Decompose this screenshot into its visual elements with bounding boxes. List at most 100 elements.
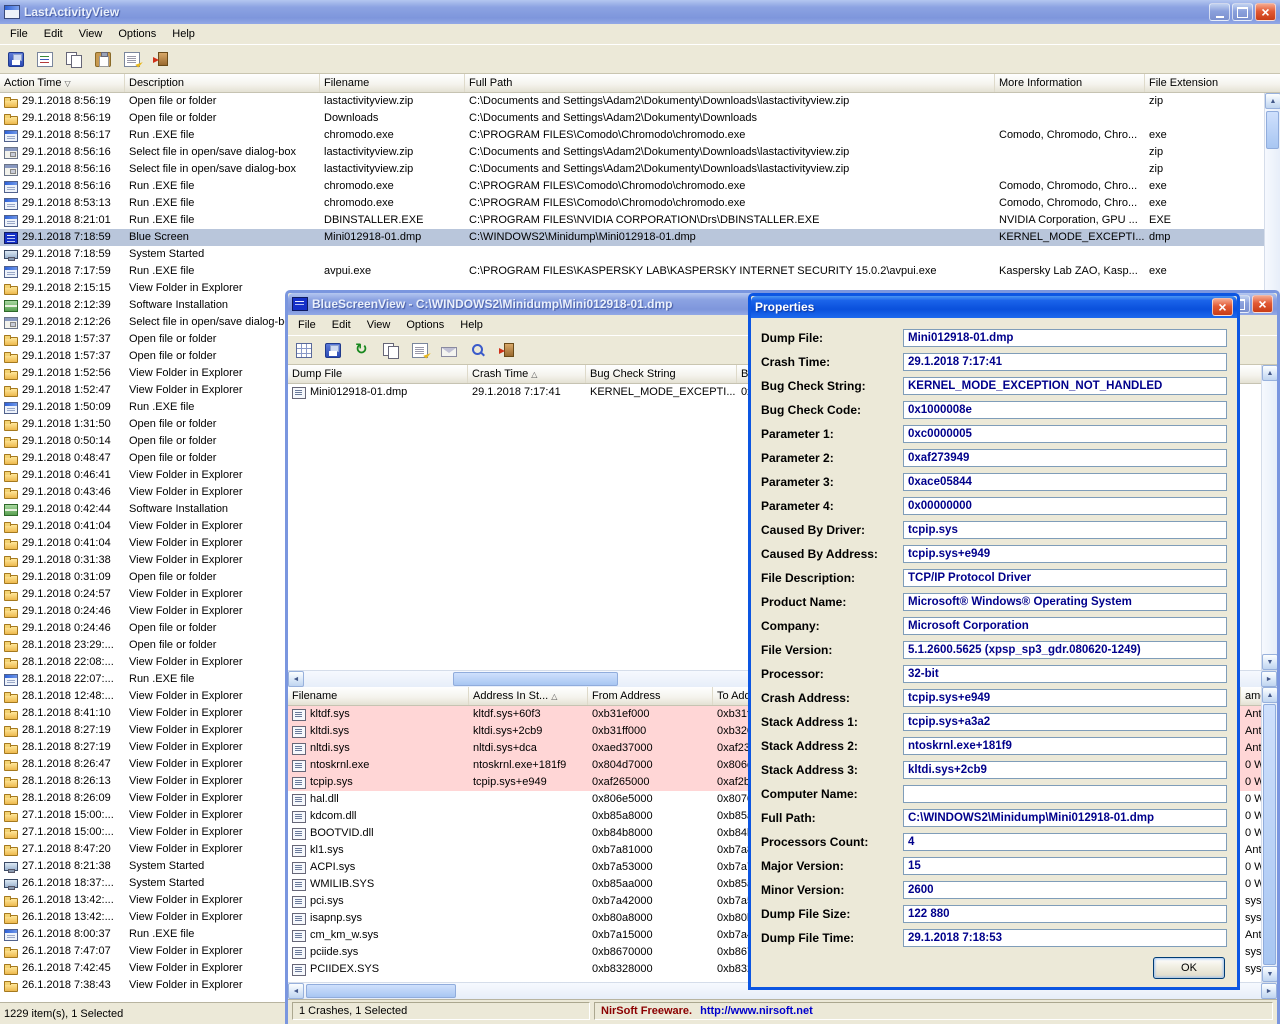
field-value-processor[interactable]: 32-bit bbox=[903, 665, 1227, 683]
scroll-thumb[interactable] bbox=[1263, 704, 1276, 965]
column-header-file-extension[interactable]: File Extension bbox=[1145, 74, 1280, 92]
find-button[interactable] bbox=[467, 339, 489, 361]
exit-button[interactable] bbox=[496, 339, 518, 361]
menu-help[interactable]: Help bbox=[452, 317, 491, 333]
titlebar[interactable]: LastActivityView bbox=[0, 0, 1280, 24]
field-value-full-path[interactable]: C:\WINDOWS2\Minidump\Mini012918-01.dmp bbox=[903, 809, 1227, 827]
activity-row[interactable]: 29.1.2018 8:56:16Select file in open/sav… bbox=[0, 144, 1264, 161]
scroll-down-icon[interactable]: ▼ bbox=[1262, 966, 1277, 982]
scroll-thumb[interactable] bbox=[306, 984, 456, 998]
field-value-crash-time[interactable]: 29.1.2018 7:17:41 bbox=[903, 353, 1227, 371]
menu-options[interactable]: Options bbox=[398, 317, 452, 333]
column-header-action-time[interactable]: Action Time▽ bbox=[0, 74, 125, 92]
activity-row[interactable]: 29.1.2018 8:56:19Open file or folderlast… bbox=[0, 93, 1264, 110]
vertical-scrollbar[interactable]: ▲ ▼ bbox=[1261, 365, 1277, 670]
field-value-parameter-3[interactable]: 0xace05844 bbox=[903, 473, 1227, 491]
scroll-thumb[interactable] bbox=[1266, 111, 1279, 149]
field-value-parameter-4[interactable]: 0x00000000 bbox=[903, 497, 1227, 515]
scroll-up-icon[interactable]: ▲ bbox=[1262, 365, 1277, 381]
field-value-company[interactable]: Microsoft Corporation bbox=[903, 617, 1227, 635]
field-label: Caused By Driver: bbox=[761, 523, 903, 537]
field-value-bug-check-code[interactable]: 0x1000008e bbox=[903, 401, 1227, 419]
activity-row[interactable]: 29.1.2018 8:56:17Run .EXE filechromodo.e… bbox=[0, 127, 1264, 144]
menu-view[interactable]: View bbox=[71, 26, 111, 42]
field-value-stack-address-2[interactable]: ntoskrnl.exe+181f9 bbox=[903, 737, 1227, 755]
field-value-processors-count[interactable]: 4 bbox=[903, 833, 1227, 851]
nirsoft-url[interactable]: http://www.nirsoft.net bbox=[700, 1005, 813, 1017]
refresh-button[interactable] bbox=[351, 339, 373, 361]
field-value-stack-address-1[interactable]: tcpip.sys+a3a2 bbox=[903, 713, 1227, 731]
menu-file[interactable]: File bbox=[2, 26, 36, 42]
scroll-left-icon[interactable]: ◄ bbox=[288, 671, 304, 687]
column-header-crash-time[interactable]: Crash Time△ bbox=[468, 365, 586, 383]
scroll-thumb[interactable] bbox=[453, 672, 618, 686]
scroll-left-icon[interactable]: ◄ bbox=[288, 983, 304, 999]
properties-button[interactable] bbox=[409, 339, 431, 361]
folder-icon bbox=[4, 915, 18, 924]
scroll-up-icon[interactable]: ▲ bbox=[1262, 687, 1277, 703]
column-header-filename[interactable]: Filename bbox=[288, 687, 469, 705]
titlebar[interactable]: Properties bbox=[751, 296, 1237, 318]
column-header-filename[interactable]: Filename bbox=[320, 74, 465, 92]
column-header-address-in-st[interactable]: Address In St...△ bbox=[469, 687, 588, 705]
column-header-more-information[interactable]: More Information bbox=[995, 74, 1145, 92]
menu-edit[interactable]: Edit bbox=[36, 26, 71, 42]
properties-button[interactable] bbox=[121, 48, 143, 70]
field-value-caused-by-address[interactable]: tcpip.sys+e949 bbox=[903, 545, 1227, 563]
copy-button[interactable] bbox=[380, 339, 402, 361]
column-header-description[interactable]: Description bbox=[125, 74, 320, 92]
column-header-bug-check-string[interactable]: Bug Check String bbox=[586, 365, 737, 383]
scroll-down-icon[interactable]: ▼ bbox=[1262, 654, 1277, 670]
column-header-from-address[interactable]: From Address bbox=[588, 687, 713, 705]
activity-row[interactable]: 29.1.2018 8:53:13Run .EXE filechromodo.e… bbox=[0, 195, 1264, 212]
field-value-bug-check-string[interactable]: KERNEL_MODE_EXCEPTION_NOT_HANDLED bbox=[903, 377, 1227, 395]
menu-options[interactable]: Options bbox=[110, 26, 164, 42]
field-value-crash-address[interactable]: tcpip.sys+e949 bbox=[903, 689, 1227, 707]
field-value-major-version[interactable]: 15 bbox=[903, 857, 1227, 875]
column-header-dump-file[interactable]: Dump File bbox=[288, 365, 468, 383]
scroll-up-icon[interactable]: ▲ bbox=[1265, 93, 1280, 109]
activity-row[interactable]: 29.1.2018 7:18:59Blue ScreenMini012918-0… bbox=[0, 229, 1264, 246]
field-value-caused-by-driver[interactable]: tcpip.sys bbox=[903, 521, 1227, 539]
activity-row[interactable]: 29.1.2018 8:56:16Select file in open/sav… bbox=[0, 161, 1264, 178]
driver-icon bbox=[292, 760, 306, 772]
field-value-product-name[interactable]: Microsoft® Windows® Operating System bbox=[903, 593, 1227, 611]
field-value-dump-file-time[interactable]: 29.1.2018 7:18:53 bbox=[903, 929, 1227, 947]
activity-row[interactable]: 29.1.2018 7:18:59System Started bbox=[0, 246, 1264, 263]
menu-edit[interactable]: Edit bbox=[324, 317, 359, 333]
menu-help[interactable]: Help bbox=[164, 26, 203, 42]
field-value-parameter-1[interactable]: 0xc0000005 bbox=[903, 425, 1227, 443]
table-button[interactable] bbox=[293, 339, 315, 361]
field-value-stack-address-3[interactable]: kltdi.sys+2cb9 bbox=[903, 761, 1227, 779]
activity-row[interactable]: 29.1.2018 8:21:01Run .EXE fileDBINSTALLE… bbox=[0, 212, 1264, 229]
activity-row[interactable]: 29.1.2018 8:56:16Run .EXE filechromodo.e… bbox=[0, 178, 1264, 195]
save-button[interactable] bbox=[5, 48, 27, 70]
ok-button[interactable]: OK bbox=[1153, 957, 1225, 979]
clipboard-button[interactable] bbox=[92, 48, 114, 70]
minimize-button[interactable] bbox=[1209, 3, 1230, 21]
field-value-dump-file[interactable]: Mini012918-01.dmp bbox=[903, 329, 1227, 347]
menu-view[interactable]: View bbox=[359, 317, 399, 333]
scroll-right-icon[interactable]: ► bbox=[1261, 671, 1277, 687]
close-button[interactable] bbox=[1212, 298, 1233, 316]
copy-button[interactable] bbox=[63, 48, 85, 70]
field-value-dump-file-size[interactable]: 122 880 bbox=[903, 905, 1227, 923]
menu-file[interactable]: File bbox=[290, 317, 324, 333]
field-value-minor-version[interactable]: 2600 bbox=[903, 881, 1227, 899]
save-button[interactable] bbox=[322, 339, 344, 361]
field-value-file-version[interactable]: 5.1.2600.5625 (xpsp_sp3_gdr.080620-1249) bbox=[903, 641, 1227, 659]
export-button[interactable] bbox=[34, 48, 56, 70]
maximize-button[interactable] bbox=[1232, 3, 1253, 21]
column-header-full-path[interactable]: Full Path bbox=[465, 74, 995, 92]
activity-row[interactable]: 29.1.2018 7:17:59Run .EXE fileavpui.exeC… bbox=[0, 263, 1264, 280]
field-value-parameter-2[interactable]: 0xaf273949 bbox=[903, 449, 1227, 467]
mail-button[interactable] bbox=[438, 339, 460, 361]
close-button[interactable] bbox=[1255, 3, 1276, 21]
activity-row[interactable]: 29.1.2018 8:56:19Open file or folderDown… bbox=[0, 110, 1264, 127]
field-value-file-description[interactable]: TCP/IP Protocol Driver bbox=[903, 569, 1227, 587]
exit-button[interactable] bbox=[150, 48, 172, 70]
vertical-scrollbar[interactable]: ▲ ▼ bbox=[1261, 687, 1277, 982]
field-value-computer-name[interactable] bbox=[903, 785, 1227, 803]
scroll-right-icon[interactable]: ► bbox=[1261, 983, 1277, 999]
close-button[interactable] bbox=[1252, 295, 1273, 313]
